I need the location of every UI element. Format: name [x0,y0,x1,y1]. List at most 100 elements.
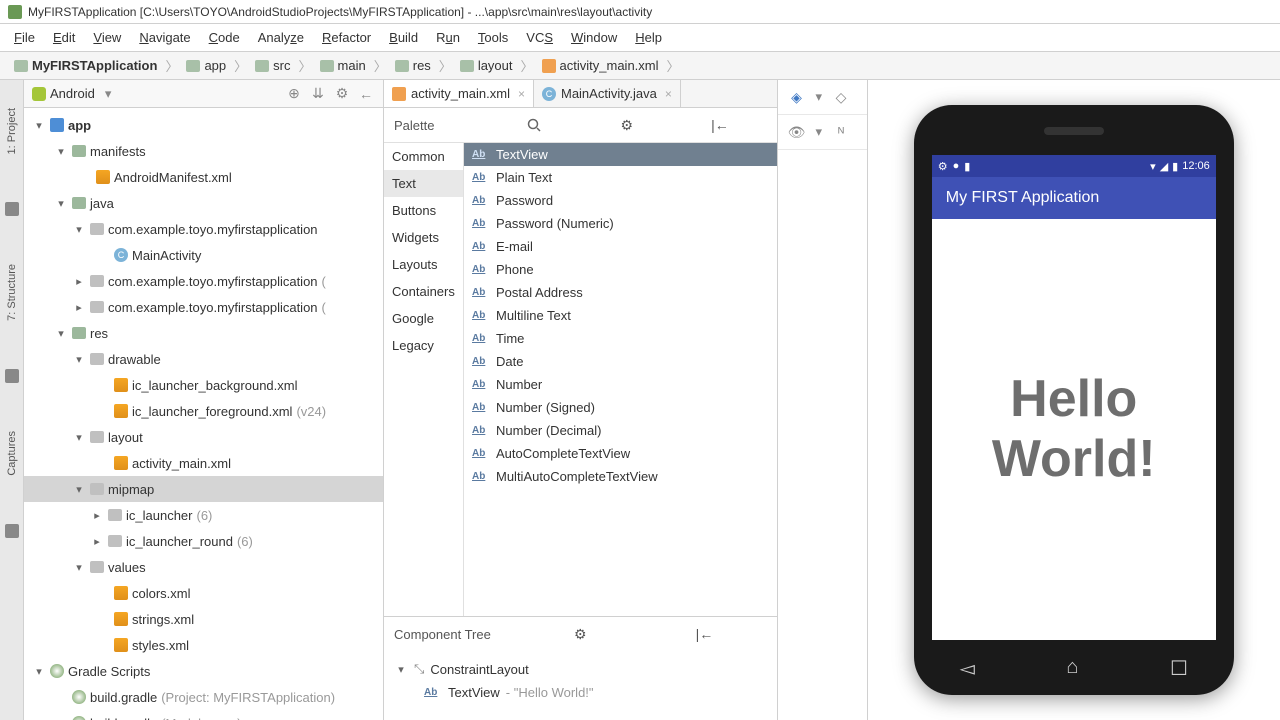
tree-strings[interactable]: strings.xml [24,606,383,632]
menu-refactor[interactable]: Refactor [314,26,379,49]
home-icon[interactable]: ⌂ [1066,656,1078,681]
crumb-layout[interactable]: layout [454,56,519,75]
palette-item[interactable]: AbTime [464,327,777,350]
menu-edit[interactable]: Edit [45,26,83,49]
comp-root[interactable]: ▾⤡ConstraintLayout [394,657,767,681]
magnet-icon[interactable]: ᴺ [832,123,850,141]
hide-icon[interactable]: ← [357,85,375,103]
sidebar-tab-project[interactable]: 1: Project [4,100,20,162]
palette-cat-text[interactable]: Text [384,170,463,197]
app-bar: My FIRST Application [932,177,1216,219]
palette-cat-containers[interactable]: Containers [384,278,463,305]
tree-java[interactable]: ▾java [24,190,383,216]
palette-item[interactable]: AbDate [464,350,777,373]
tree-res[interactable]: ▾res [24,320,383,346]
tree-layout[interactable]: ▾layout [24,424,383,450]
comp-textview[interactable]: AbTextView - "Hello World!" [394,681,767,704]
palette-cat-legacy[interactable]: Legacy [384,332,463,359]
recents-icon[interactable]: ☐ [1170,656,1188,681]
palette-item[interactable]: AbPassword [464,189,777,212]
palette-cat-google[interactable]: Google [384,305,463,332]
sidebar-icon [5,524,19,538]
menu-run[interactable]: Run [428,26,468,49]
tree-drawable[interactable]: ▾drawable [24,346,383,372]
phone-nav: ◅ ⌂ ☐ [914,656,1234,681]
palette-cat-widgets[interactable]: Widgets [384,224,463,251]
palette-item[interactable]: AbPostal Address [464,281,777,304]
menu-help[interactable]: Help [627,26,670,49]
menu-navigate[interactable]: Navigate [131,26,198,49]
tree-manifests[interactable]: ▾manifests [24,138,383,164]
tree-build1[interactable]: build.gradle (Project: MyFIRSTApplicatio… [24,684,383,710]
collapse-icon[interactable]: |← [642,625,766,643]
search-icon[interactable] [487,116,580,134]
tree-pkg2[interactable]: ▸com.example.toyo.myfirstapplication( [24,268,383,294]
palette-cat-common[interactable]: Common [384,143,463,170]
tree-values[interactable]: ▾values [24,554,383,580]
titlebar: MyFIRSTApplication [C:\Users\TOYO\Androi… [0,0,1280,24]
sidebar-tab-captures[interactable]: Captures [4,423,20,484]
menu-file[interactable]: File [6,26,43,49]
dropdown-icon[interactable]: ▾ [105,86,112,102]
gear-icon[interactable]: ⚙ [518,625,642,643]
tree-ic-launcher-round[interactable]: ▸ic_launcher_round (6) [24,528,383,554]
tree-pkg1[interactable]: ▾com.example.toyo.myfirstapplication [24,216,383,242]
palette-item[interactable]: AbTextView [464,143,777,166]
palette-item[interactable]: AbNumber (Decimal) [464,419,777,442]
menu-analyze[interactable]: Analyze [250,26,312,49]
gear-icon[interactable]: ⚙ [580,116,673,134]
palette-item[interactable]: AbNumber (Signed) [464,396,777,419]
menu-build[interactable]: Build [381,26,426,49]
menu-tools[interactable]: Tools [470,26,516,49]
close-icon[interactable]: × [518,87,525,101]
menu-code[interactable]: Code [201,26,248,49]
palette-item[interactable]: AbPhone [464,258,777,281]
palette-cat-buttons[interactable]: Buttons [384,197,463,224]
gear-icon[interactable]: ⚙ [333,85,351,103]
tree-mipmap[interactable]: ▾mipmap [24,476,383,502]
tree-ic-launcher[interactable]: ▸ic_launcher (6) [24,502,383,528]
tab-mainactivity[interactable]: CMainActivity.java× [534,80,681,107]
tree-ic-fg[interactable]: ic_launcher_foreground.xml (v24) [24,398,383,424]
tree-styles[interactable]: styles.xml [24,632,383,658]
crumb-app[interactable]: app [180,56,232,75]
crumb-main[interactable]: main [314,56,372,75]
tree-ic-bg[interactable]: ic_launcher_background.xml [24,372,383,398]
crumb-src[interactable]: src [249,56,296,75]
menu-vcs[interactable]: VCS [518,26,561,49]
palette-item[interactable]: AbMultiAutoCompleteTextView [464,465,777,488]
tree-activitymain[interactable]: activity_main.xml [24,450,383,476]
tree-mainactivity[interactable]: CMainActivity [24,242,383,268]
tree-colors[interactable]: colors.xml [24,580,383,606]
palette-item[interactable]: AbAutoCompleteTextView [464,442,777,465]
tree-build2[interactable]: build.gradle (Module: app) [24,710,383,720]
palette-item[interactable]: AbNumber [464,373,777,396]
panel-title[interactable]: Android [50,86,95,101]
menu-window[interactable]: Window [563,26,625,49]
palette-item[interactable]: AbPlain Text [464,166,777,189]
palette-cat-layouts[interactable]: Layouts [384,251,463,278]
tree-gradle[interactable]: ▾Gradle Scripts [24,658,383,684]
palette-item[interactable]: AbMultiline Text [464,304,777,327]
crumb-file[interactable]: activity_main.xml [536,56,665,75]
crumb-project[interactable]: MyFIRSTApplication [8,56,163,75]
target-icon[interactable]: ⊕ [285,85,303,103]
back-icon[interactable]: ◅ [960,656,975,681]
palette-item[interactable]: AbPassword (Numeric) [464,212,777,235]
collapse-icon[interactable]: ⇊ [309,85,327,103]
eye-icon[interactable]: 👁 [788,123,806,141]
menu-view[interactable]: View [85,26,129,49]
close-icon[interactable]: × [665,87,672,101]
crumb-res[interactable]: res [389,56,437,75]
tree-app[interactable]: ▾app [24,112,383,138]
collapse-icon[interactable]: |← [673,116,766,134]
blueprint-icon[interactable]: ◇ [832,88,850,106]
project-tree: ▾app ▾manifests AndroidManifest.xml ▾jav… [24,108,383,720]
layers-icon[interactable]: ◈ [788,88,806,106]
tab-activity-main[interactable]: activity_main.xml× [384,80,534,107]
tree-pkg3[interactable]: ▸com.example.toyo.myfirstapplication( [24,294,383,320]
palette-item[interactable]: AbE-mail [464,235,777,258]
tree-manifest-file[interactable]: AndroidManifest.xml [24,164,383,190]
sidebar-tab-structure[interactable]: 7: Structure [4,256,20,329]
project-panel: Android ▾ ⊕ ⇊ ⚙ ← ▾app ▾manifests Androi… [24,80,384,720]
